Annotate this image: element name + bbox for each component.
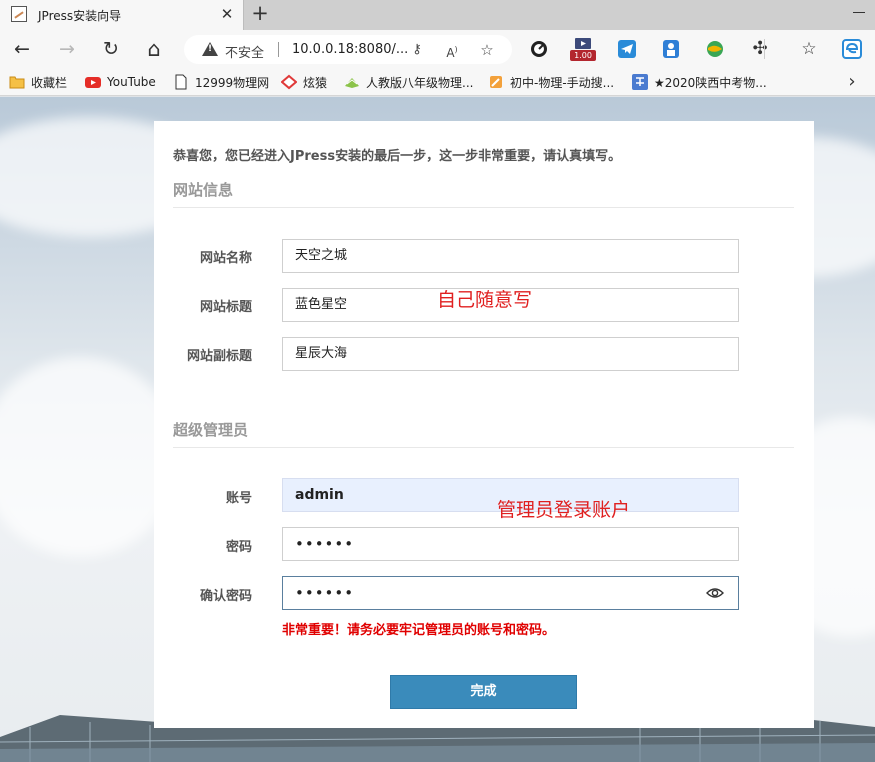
bookmark-label: 12999物理网 xyxy=(195,75,270,90)
browser-toolbar: ← → ↻ ⌂ 不安全 10.0.0.18:8080/... ⚷ A) ☆ 1.… xyxy=(0,30,875,68)
book-icon xyxy=(345,78,359,88)
admin-heading: 超级管理员 xyxy=(173,421,249,439)
kao-icon xyxy=(632,74,648,90)
bookmark-label: ★2020陕西中考物... xyxy=(654,75,767,90)
site-subtitle-label: 网站副标题 xyxy=(186,349,252,364)
finish-button[interactable]: 完成 xyxy=(390,675,577,709)
confirm-password-mask: •••••• xyxy=(295,584,355,602)
password-mask: •••••• xyxy=(295,535,355,553)
bookmarks-more-chevron-icon[interactable]: › xyxy=(843,72,861,92)
page-icon xyxy=(175,74,187,90)
confirm-password-input[interactable]: •••••• xyxy=(282,576,739,610)
site-info-heading: 网站信息 xyxy=(173,181,234,199)
bookmark-label: YouTube xyxy=(107,75,156,89)
confirm-password-label: 确认密码 xyxy=(199,589,252,604)
extension-globe-icon[interactable] xyxy=(705,39,725,59)
extension-gauge-icon[interactable] xyxy=(529,39,549,59)
zoom-badge: 1.00 xyxy=(570,50,596,61)
annotation-site-note: 自己随意写 xyxy=(437,289,533,311)
bookmark-youtube[interactable]: YouTube xyxy=(85,68,156,96)
minimize-icon[interactable] xyxy=(853,12,865,13)
tab-jpress[interactable]: JPress安装向导 ✕ xyxy=(0,0,244,30)
security-label[interactable]: 不安全 xyxy=(225,42,264,61)
site-name-input[interactable]: 天空之城 xyxy=(282,239,739,273)
password-warning: 非常重要！请务必要牢记管理员的账号和密码。 xyxy=(282,623,556,638)
bookmark-12999[interactable]: 12999物理网 xyxy=(173,68,269,96)
close-tab-icon[interactable]: ✕ xyxy=(218,5,236,23)
key-icon[interactable]: ⚷ xyxy=(408,41,426,59)
xuanyuan-icon xyxy=(281,74,297,90)
show-password-eye-icon[interactable] xyxy=(706,586,724,600)
back-button[interactable]: ← xyxy=(10,37,34,61)
jpress-favicon-icon xyxy=(11,6,27,22)
bookmark-label: 初中-物理-手动搜... xyxy=(510,75,615,90)
forward-button[interactable]: → xyxy=(55,37,79,61)
bookmark-renjiao[interactable]: 人教版八年级物理... xyxy=(344,68,473,96)
extensions-puzzle-icon[interactable]: ✣ xyxy=(748,37,772,61)
youtube-icon xyxy=(85,77,101,88)
folder-icon xyxy=(9,76,25,89)
tab-strip: JPress安装向导 ✕ + xyxy=(0,0,875,30)
account-label: 账号 xyxy=(225,491,252,506)
extension-player[interactable]: 1.00 xyxy=(570,37,596,61)
section-divider xyxy=(173,447,794,448)
bookmark-label: 人教版八年级物理... xyxy=(366,75,474,90)
toolbar-divider xyxy=(764,39,765,59)
edge-icon[interactable] xyxy=(842,39,862,59)
bookmark-label: 炫猿 xyxy=(303,75,328,90)
site-name-label: 网站名称 xyxy=(199,251,252,266)
annotation-admin-note: 管理员登录账户 xyxy=(497,499,631,521)
intro-text: 恭喜您，您已经进入JPress安装的最后一步，这一步非常重要，请认真填写。 xyxy=(173,149,622,164)
bookmark-chuzhong[interactable]: 初中-物理-手动搜... xyxy=(488,68,614,96)
background-cloud xyxy=(0,357,180,557)
new-tab-button[interactable]: + xyxy=(249,3,271,25)
install-form-card: 恭喜您，您已经进入JPress安装的最后一步，这一步非常重要，请认真填写。 网站… xyxy=(154,121,814,728)
read-aloud-icon[interactable]: A) xyxy=(443,41,461,60)
add-favorite-icon[interactable]: ☆ xyxy=(478,41,496,59)
site-title-label: 网站标题 xyxy=(199,300,252,315)
bookmarks-bar: 收藏栏 YouTube 12999物理网 炫猿 人教版八年级物理... 初中-物… xyxy=(0,68,875,96)
player-icon xyxy=(575,38,591,49)
bookmark-shaanxi[interactable]: ★2020陕西中考物... xyxy=(632,68,767,96)
pencil-icon xyxy=(490,76,502,88)
favorites-icon[interactable]: ☆ xyxy=(797,37,821,61)
home-button[interactable]: ⌂ xyxy=(142,37,166,61)
page-viewport: 恭喜您，您已经进入JPress安装的最后一步，这一步非常重要，请认真填写。 网站… xyxy=(0,97,875,762)
password-input[interactable]: •••••• xyxy=(282,527,739,561)
reload-button[interactable]: ↻ xyxy=(99,37,123,61)
url-text[interactable]: 10.0.0.18:8080/... xyxy=(292,42,408,57)
telegram-icon[interactable] xyxy=(617,39,637,59)
address-bar[interactable]: 不安全 10.0.0.18:8080/... ⚷ A) ☆ xyxy=(184,35,512,64)
bookmark-xuanyuan[interactable]: 炫猿 xyxy=(281,68,327,96)
tab-title: JPress安装向导 xyxy=(38,9,122,23)
address-divider xyxy=(278,42,279,57)
warning-icon xyxy=(202,42,218,56)
bookmark-label: 收藏栏 xyxy=(31,75,68,90)
site-subtitle-input[interactable]: 星辰大海 xyxy=(282,337,739,371)
extension-person-icon[interactable] xyxy=(661,39,681,59)
section-divider xyxy=(173,207,794,208)
bookmark-favorites-folder[interactable]: 收藏栏 xyxy=(9,68,67,96)
password-label: 密码 xyxy=(225,540,252,555)
